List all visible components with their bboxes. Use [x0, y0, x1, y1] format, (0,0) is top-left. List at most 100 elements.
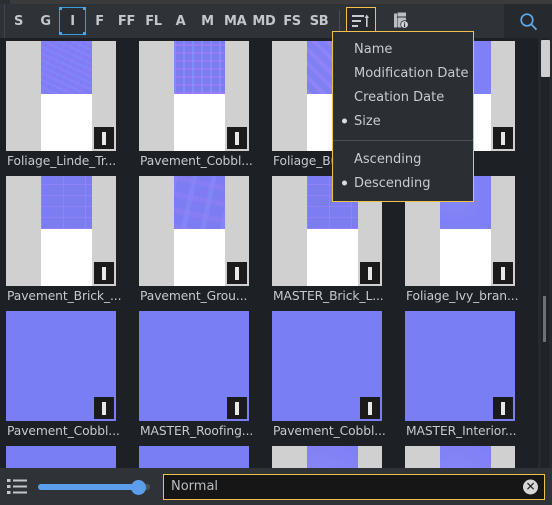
- asset-thumbnail[interactable]: [6, 41, 116, 151]
- asset-item[interactable]: [6, 446, 126, 468]
- thumb-left-pad: [272, 41, 308, 151]
- toolbar-button-ma-label: MA: [224, 13, 247, 29]
- asset-thumbnail[interactable]: [139, 176, 249, 286]
- toolbar-button-fl[interactable]: FL: [140, 7, 167, 35]
- asset-item[interactable]: Pavement_Cobbl...: [6, 311, 126, 443]
- asset-thumbnail[interactable]: [405, 311, 515, 421]
- thumb-white-area: [174, 93, 225, 151]
- menu-divider: [333, 140, 473, 141]
- list-view-icon[interactable]: [7, 478, 29, 496]
- asset-browser-window: S G I F FF FL A M MA MD FS SB Foliage_Li…: [0, 0, 552, 505]
- toolbar-button-i[interactable]: I: [59, 7, 86, 35]
- thumb-normalmap: [307, 446, 358, 468]
- scrollbar-secondary-marker[interactable]: [543, 296, 546, 342]
- asset-item[interactable]: [272, 446, 392, 468]
- asset-item[interactable]: Pavement_Cobbl...: [139, 41, 259, 173]
- asset-item[interactable]: MASTER_Interior...: [405, 311, 525, 443]
- filter-text-field[interactable]: Normal ✕: [163, 473, 545, 500]
- selected-radio-icon: [342, 180, 347, 186]
- asset-type-badge: [360, 262, 380, 284]
- asset-thumbnail[interactable]: [139, 41, 249, 151]
- menu-item-modification-date-label: Modification Date: [354, 65, 469, 81]
- toolbar-button-s[interactable]: S: [5, 7, 32, 35]
- toolbar-button-md[interactable]: MD: [249, 7, 278, 35]
- sort-ascending-icon: [352, 14, 370, 27]
- asset-thumbnail[interactable]: [6, 446, 116, 468]
- asset-label: Pavement_Cobbl...: [140, 154, 253, 168]
- thumb-white-area: [41, 228, 92, 286]
- toolbar-button-m[interactable]: M: [194, 7, 221, 35]
- asset-label: Pavement_Grou...: [140, 289, 248, 303]
- scrollbar-thumb[interactable]: [541, 40, 550, 77]
- thumb-white-area: [174, 228, 225, 286]
- asset-label: Foliage_Ivy_bran...: [406, 289, 519, 303]
- slider-knob[interactable]: [130, 479, 146, 495]
- asset-item[interactable]: Pavement_Grou...: [139, 176, 259, 308]
- asset-item[interactable]: Pavement_Cobbl...: [272, 311, 392, 443]
- scrollbar-track[interactable]: [541, 38, 549, 468]
- thumb-left-pad: [272, 176, 308, 286]
- vertical-scrollbar[interactable]: [538, 38, 552, 468]
- selected-radio-icon: [342, 118, 347, 124]
- toolbar-button-m-label: M: [201, 13, 214, 29]
- asset-item[interactable]: [405, 446, 525, 468]
- asset-label: MASTER_Brick_L...: [273, 289, 384, 303]
- asset-type-badge: [94, 397, 114, 419]
- menu-item-ascending[interactable]: Ascending: [333, 147, 473, 171]
- menu-item-creation-date[interactable]: Creation Date: [333, 85, 473, 109]
- clear-x-icon[interactable]: ✕: [523, 479, 538, 494]
- asset-label: Pavement_Brick_...: [7, 289, 122, 303]
- thumb-left-pad: [139, 41, 175, 151]
- menu-item-modification-date[interactable]: Modification Date: [333, 61, 473, 85]
- toolbar-button-ff[interactable]: FF: [113, 7, 140, 35]
- asset-thumbnail[interactable]: [139, 446, 249, 468]
- asset-type-badge: [227, 397, 247, 419]
- thumb-left-pad: [6, 176, 42, 286]
- toolbar-button-fl-label: FL: [145, 13, 162, 29]
- thumb-white-area: [307, 228, 358, 286]
- asset-thumbnail[interactable]: [405, 446, 515, 468]
- asset-item[interactable]: Pavement_Brick_...: [6, 176, 126, 308]
- asset-thumbnail[interactable]: [139, 311, 249, 421]
- thumb-normalmap: [174, 176, 225, 229]
- asset-item[interactable]: [139, 446, 259, 468]
- menu-item-name-label: Name: [354, 41, 393, 57]
- asset-type-badge: [94, 127, 114, 149]
- asset-thumbnail[interactable]: [6, 176, 116, 286]
- toolbar-button-ma[interactable]: MA: [221, 7, 249, 35]
- menu-item-descending[interactable]: Descending: [333, 171, 473, 195]
- thumb-left-pad: [405, 446, 441, 468]
- thumb-white-area: [440, 228, 491, 286]
- asset-thumbnail[interactable]: [272, 446, 382, 468]
- toolbar-button-fs[interactable]: FS: [279, 7, 306, 35]
- asset-type-badge: [493, 397, 513, 419]
- toolbar-button-a[interactable]: A: [167, 7, 194, 35]
- asset-type-badge: [493, 127, 513, 149]
- sort-dropdown-menu[interactable]: Name Modification Date Creation Date Siz…: [332, 31, 474, 202]
- asset-label: MASTER_Roofing...: [140, 424, 254, 438]
- asset-type-badge: [360, 397, 380, 419]
- toolbar-button-sb[interactable]: SB: [306, 7, 333, 35]
- thumb-normalmap: [41, 41, 92, 94]
- toolbar-button-a-label: A: [175, 13, 186, 29]
- asset-thumbnail[interactable]: [272, 311, 382, 421]
- menu-item-descending-label: Descending: [354, 175, 431, 191]
- bottom-bar: Normal ✕: [0, 468, 552, 505]
- search-button[interactable]: [504, 4, 552, 38]
- asset-item[interactable]: MASTER_Roofing...: [139, 311, 259, 443]
- selection-handles: [59, 8, 86, 35]
- toolbar-button-f[interactable]: F: [86, 7, 113, 35]
- thumb-white-area: [41, 93, 92, 151]
- thumbnail-size-slider[interactable]: [38, 478, 150, 496]
- menu-item-size[interactable]: Size: [333, 109, 473, 133]
- asset-thumbnail[interactable]: [6, 311, 116, 421]
- thumb-normalmap: [440, 446, 491, 468]
- menu-item-ascending-label: Ascending: [354, 151, 422, 167]
- toolbar-button-g[interactable]: G: [32, 7, 59, 35]
- asset-item[interactable]: Foliage_Linde_Tr...: [6, 41, 126, 173]
- menu-item-name[interactable]: Name: [333, 37, 473, 61]
- menu-item-creation-date-label: Creation Date: [354, 89, 445, 105]
- asset-type-badge: [227, 127, 247, 149]
- thumb-normalmap: [174, 41, 225, 94]
- thumb-right-pad: [357, 446, 382, 468]
